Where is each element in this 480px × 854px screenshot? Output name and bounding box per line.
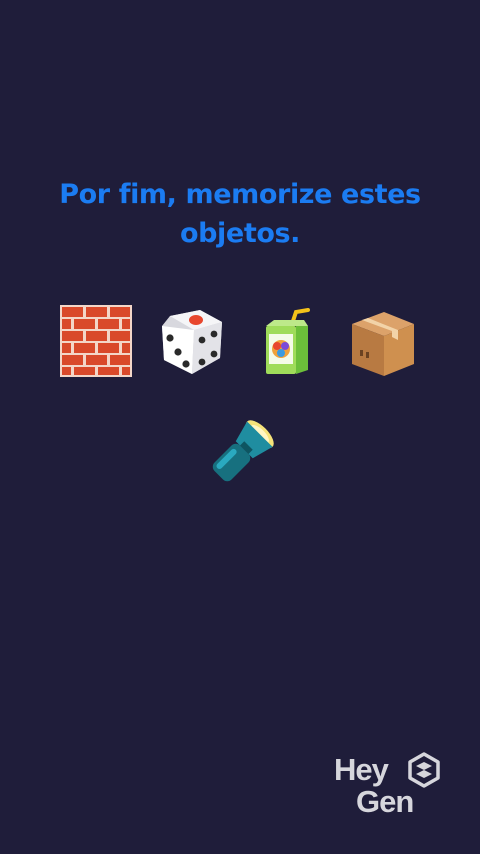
heygen-logo: Hey Gen [334,752,444,818]
juice-box-icon [262,306,314,378]
heygen-mark-icon [406,752,442,788]
instruction-title: Por fim, memorize estes objetos. [59,179,421,249]
logo-line-2: Gen [356,784,414,819]
dice-icon [156,306,228,378]
package-icon [348,306,418,378]
flashlight-icon [200,414,280,494]
logo-line-1: Hey [334,752,389,787]
brick-icon [60,305,132,377]
